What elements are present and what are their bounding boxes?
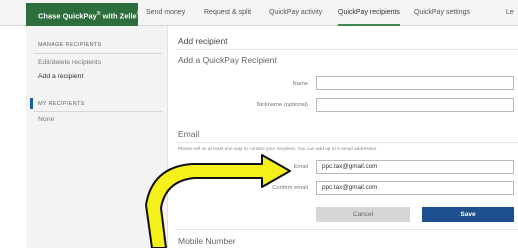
manage-recipients-heading: MANAGE RECIPIENTS: [38, 42, 102, 48]
active-item-indicator: [30, 98, 33, 109]
mobile-number-section-title: Mobile Number: [178, 236, 236, 246]
title-divider: [176, 49, 518, 50]
page-title: Add recipient: [178, 36, 228, 46]
nickname-field[interactable]: [316, 98, 514, 112]
name-label: Name: [292, 81, 308, 87]
cancel-button[interactable]: Cancel: [316, 207, 410, 222]
confirm-email-field[interactable]: ppc.tax@gmail.com: [316, 181, 514, 195]
form-divider: [176, 229, 518, 230]
section-title: Add a QuickPay Recipient: [178, 55, 277, 65]
nav-quickpay-settings[interactable]: QuickPay settings: [414, 0, 470, 26]
quickpay-app: Chase QuickPay® with Zelle® Send money R…: [0, 0, 518, 248]
email-label: Email: [293, 164, 309, 170]
brand-registered-mark-2: ®: [136, 11, 141, 17]
brand-label: Chase QuickPay: [38, 11, 97, 21]
save-button[interactable]: Save: [422, 207, 514, 222]
add-recipient-form: Add recipient Add a QuickPay Recipient N…: [168, 26, 518, 248]
sidebar-item-add-a-recipient[interactable]: Add a recipient: [38, 73, 83, 80]
nav-send-money[interactable]: Send money: [146, 0, 185, 26]
nav-request-split[interactable]: Request & split: [204, 0, 251, 26]
nav-quickpay-activity[interactable]: QuickPay activity: [269, 0, 322, 26]
email-hint: Please tell us at least one way to conta…: [178, 147, 378, 152]
my-recipients-heading: MY RECIPIENTS: [38, 101, 85, 107]
brand-with-label: with Zelle: [100, 11, 137, 21]
email-field[interactable]: ppc.tax@gmail.com: [316, 160, 514, 174]
sidebar-item-none: None: [38, 116, 55, 123]
nav-quickpay-recipients[interactable]: QuickPay recipients: [338, 0, 400, 26]
brand-tab[interactable]: Chase QuickPay® with Zelle®: [26, 3, 141, 26]
confirm-email-label: Confirm email: [272, 185, 308, 191]
sidebar: MANAGE RECIPIENTS Edit/delete recipients…: [26, 26, 168, 248]
email-section-title: Email: [178, 129, 200, 139]
nickname-label: Nickname (optional): [256, 102, 308, 108]
email-divider: [176, 142, 518, 143]
sidebar-divider: [34, 111, 162, 112]
sidebar-divider: [34, 53, 162, 54]
top-navigation: Chase QuickPay® with Zelle® Send money R…: [0, 0, 518, 26]
nav-overflow-item[interactable]: Le: [506, 0, 514, 26]
sidebar-item-edit-delete-recipients[interactable]: Edit/delete recipients: [38, 59, 101, 66]
name-field[interactable]: [316, 76, 514, 90]
